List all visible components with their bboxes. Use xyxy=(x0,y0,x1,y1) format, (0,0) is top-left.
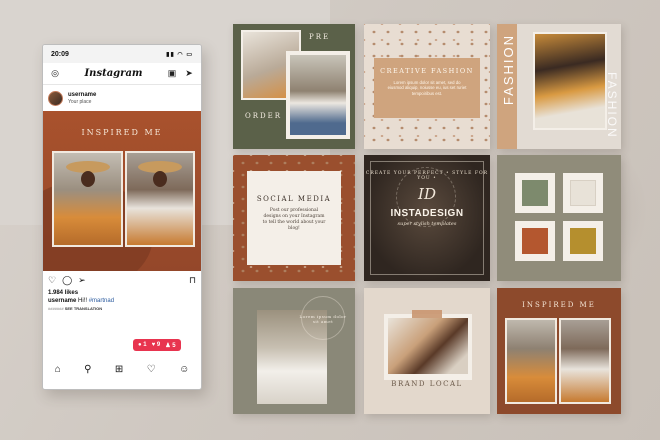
post-caption: username Hi!! #martnad xyxy=(43,297,201,305)
add-icon[interactable]: ⊞ xyxy=(115,364,123,375)
swatch-sage xyxy=(522,180,548,206)
home-icon[interactable]: ⌂ xyxy=(55,364,61,375)
phone-mockup: 20:09 ▮▮ ◠ ▭ ◎ Instagram ▣ ➤ username Yo… xyxy=(42,44,202,390)
tile-body-text: Post our professional designs on your In… xyxy=(262,208,326,231)
send-icon[interactable]: ➤ xyxy=(183,68,195,79)
swatch-cream xyxy=(570,180,596,206)
template-tile-social-media[interactable]: SOCIAL MEDIA Post our professional desig… xyxy=(233,155,355,281)
template-tile-creative-fashion[interactable]: CREATIVE FASHION Lorem ipsum dolor sit a… xyxy=(364,24,490,149)
likes-count[interactable]: 1.984 likes xyxy=(43,289,201,297)
tile-photo xyxy=(388,318,468,374)
tile-title: CREATIVE FASHION xyxy=(380,67,474,75)
tile-tape xyxy=(412,310,442,318)
tile-vertical-text: FASHION xyxy=(501,34,516,106)
caption-username[interactable]: username xyxy=(48,298,76,304)
tile-vertical-text-2: FASHION xyxy=(605,72,619,139)
post-image[interactable]: INSPIRED ME xyxy=(43,111,201,271)
template-tile-instadesign[interactable]: CREATE YOUR PERFECT • STYLE FOR YOU • ID… xyxy=(364,155,490,281)
app-title: Instagram xyxy=(84,68,143,79)
post-image-caption: INSPIRED ME xyxy=(81,128,163,137)
tile-ring-text: Lorem ipsum dolor sit amet xyxy=(299,314,347,324)
bookmark-icon[interactable]: ⊓ xyxy=(189,275,196,286)
status-icons: ▮▮ ◠ ▭ xyxy=(166,51,193,58)
swatch-mustard xyxy=(570,228,596,254)
post-actions: ♡ ◯ ➢ ⊓ xyxy=(43,271,201,289)
activity-notification[interactable]: ● 1 ♥ 9 ♟ 5 xyxy=(133,339,181,351)
follow-count-badge: ♟ 5 xyxy=(165,342,176,349)
profile-icon[interactable]: ☺ xyxy=(179,364,189,375)
tile-title: BRAND LOCAL xyxy=(391,380,463,388)
template-tile-portrait[interactable]: Lorem ipsum dolor sit amet xyxy=(233,288,355,414)
tile-title: INSTADESIGN xyxy=(390,208,464,219)
search-icon[interactable]: ⚲ xyxy=(84,364,91,375)
caption-hashtag[interactable]: #martnad xyxy=(89,298,114,304)
tile-photo xyxy=(533,32,607,130)
tile-pre-text: PRE xyxy=(309,33,331,41)
camera-icon[interactable]: ◎ xyxy=(49,68,61,79)
template-tile-swatches[interactable] xyxy=(497,155,621,281)
swatch-rust xyxy=(522,228,548,254)
translation-prefix: ####### xyxy=(48,306,64,311)
status-bar: 20:09 ▮▮ ◠ ▭ xyxy=(43,45,201,63)
avatar[interactable] xyxy=(48,90,63,106)
post-place[interactable]: Your place xyxy=(68,99,96,105)
figure-shape xyxy=(80,171,95,187)
post-photo-left xyxy=(52,151,123,247)
template-tile-pre-order[interactable]: PRE ORDER xyxy=(233,24,355,149)
status-time: 20:09 xyxy=(51,50,69,58)
share-icon[interactable]: ➢ xyxy=(78,275,86,286)
caption-text: Hi!! xyxy=(78,298,88,304)
tile-ring-text: CREATE YOUR PERFECT • STYLE FOR YOU • xyxy=(365,171,489,181)
see-translation-link[interactable]: SEE TRANSLATION xyxy=(65,306,102,311)
comment-count-badge: ● 1 xyxy=(138,342,147,348)
tile-subtitle: super stylish templates xyxy=(397,221,457,227)
tile-photo-right xyxy=(559,318,611,404)
post-photo-right xyxy=(125,151,195,247)
tile-body-text: Lorem ipsum dolor sit amet, sed do eiusm… xyxy=(387,80,467,96)
template-tile-fashion[interactable]: FASHION FASHION xyxy=(497,24,621,149)
tile-photo-left xyxy=(505,318,557,404)
template-tile-brand-local[interactable]: BRAND LOCAL xyxy=(364,288,490,414)
heart-icon[interactable]: ♡ xyxy=(48,275,56,286)
tile-monogram: ID xyxy=(418,185,436,203)
like-count-badge: ♥ 9 xyxy=(151,342,161,348)
post-username[interactable]: username xyxy=(68,92,96,99)
post-header: username Your place xyxy=(43,85,201,111)
tile-title: SOCIAL MEDIA xyxy=(256,195,332,203)
figure-shape xyxy=(153,171,167,187)
tile-order-text: ORDER xyxy=(245,112,283,120)
bottom-tab-bar: ⌂ ⚲ ⊞ ♡ ☺ xyxy=(43,357,201,381)
igtv-icon[interactable]: ▣ xyxy=(166,68,178,79)
instagram-header: ◎ Instagram ▣ ➤ xyxy=(43,63,201,85)
comment-icon[interactable]: ◯ xyxy=(62,275,72,286)
activity-icon[interactable]: ♡ xyxy=(147,364,156,375)
template-tile-inspired-me[interactable]: INSPIRED ME xyxy=(497,288,621,414)
translation-row: ####### SEE TRANSLATION xyxy=(43,305,201,312)
tile-photo-front xyxy=(290,55,346,135)
tile-title: INSPIRED ME xyxy=(522,301,596,309)
